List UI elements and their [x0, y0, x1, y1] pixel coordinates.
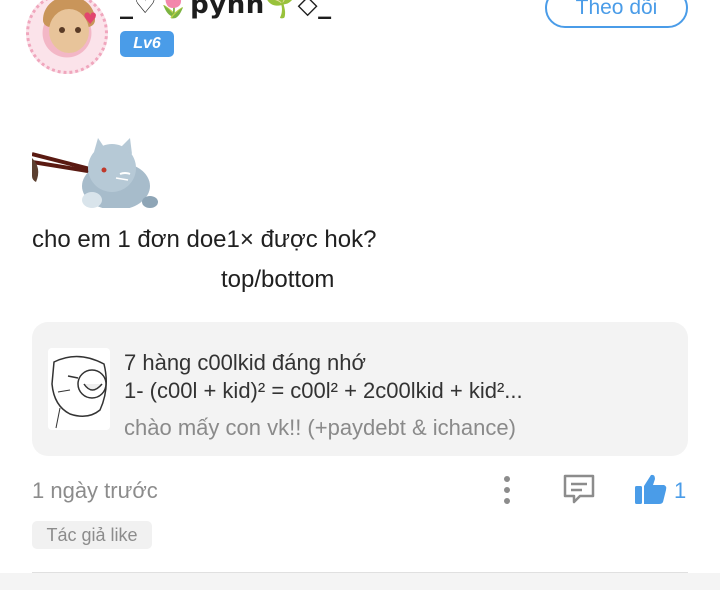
post-text-line2: top/bottom: [221, 266, 335, 293]
post-timestamp: 1 ngày trước: [32, 478, 158, 503]
comment-icon[interactable]: [562, 473, 596, 505]
cat-sticker-icon: [32, 138, 158, 208]
more-options-icon[interactable]: [496, 474, 518, 506]
linked-post-excerpt: 1- (c00l + kid)² = c00l² + 2c00lkid + ki…: [124, 378, 523, 403]
linked-post-subtitle: chào mấy con vk!! (+paydebt & ichance): [124, 415, 516, 440]
post-card: ♥ _♡🌷pynh🌱◇_ Lv6 Theo dõi cho em 1 đơn d…: [0, 0, 720, 573]
post-separator: [0, 573, 720, 590]
post-content: cho em 1 đơn doe1× được hok? top/bottom: [32, 224, 692, 296]
follow-button[interactable]: Theo dõi: [545, 0, 688, 28]
level-badge: Lv6: [120, 31, 174, 57]
avatar[interactable]: ♥: [26, 0, 108, 74]
author-like-badge: Tác giả like: [32, 521, 152, 549]
avatar-eye-right: [75, 27, 81, 33]
post-text-line1: cho em 1 đơn doe1× được hok?: [32, 226, 377, 253]
like-count: 1: [674, 478, 687, 503]
username[interactable]: _♡🌷pynh🌱◇_: [120, 0, 332, 20]
linked-post-card[interactable]: 7 hàng c00lkid đáng nhớ 1- (c00l + kid)²…: [32, 322, 688, 456]
bow-icon: ♥: [83, 9, 98, 28]
thumbs-up-icon[interactable]: [634, 472, 668, 506]
linked-post-title: 7 hàng c00lkid đáng nhớ: [124, 350, 366, 375]
meme-face-icon: [48, 348, 110, 430]
avatar-eye-left: [59, 27, 65, 33]
